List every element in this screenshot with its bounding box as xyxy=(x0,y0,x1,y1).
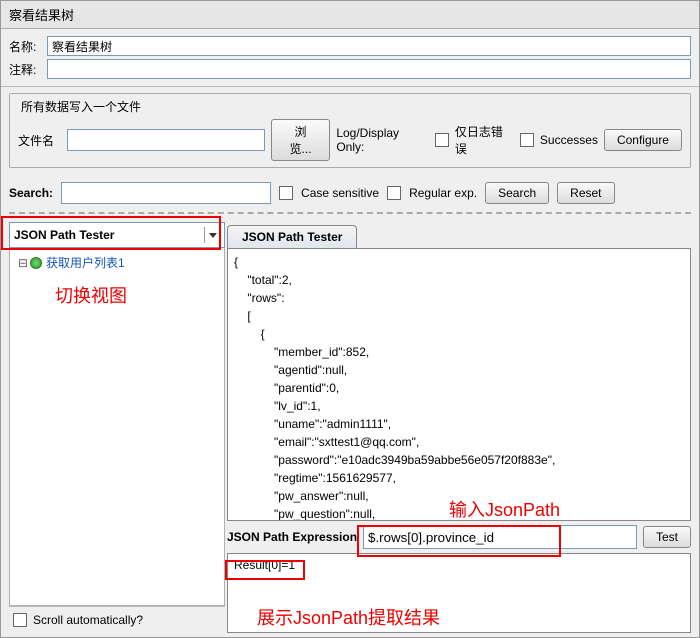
file-output-fieldset: 所有数据写入一个文件 文件名 浏览... Log/Display Only: 仅… xyxy=(9,93,691,168)
regex-label: Regular exp. xyxy=(409,186,477,200)
window-title: 察看结果树 xyxy=(1,1,699,29)
scroll-auto-checkbox[interactable] xyxy=(13,613,27,627)
name-input[interactable] xyxy=(47,36,691,56)
search-button[interactable]: Search xyxy=(485,182,549,204)
tab-json-path-tester[interactable]: JSON Path Tester xyxy=(227,225,357,248)
filename-label: 文件名 xyxy=(18,132,61,149)
json-path-expression-label: JSON Path Expression xyxy=(227,530,357,544)
test-button[interactable]: Test xyxy=(643,526,691,548)
tree-handle-icon: ⊟ xyxy=(18,256,26,270)
regex-checkbox[interactable] xyxy=(387,186,401,200)
view-selector-value: JSON Path Tester xyxy=(14,228,114,242)
results-tree[interactable]: ⊟ 获取用户列表1 xyxy=(9,248,225,606)
tree-item[interactable]: ⊟ 获取用户列表1 xyxy=(14,252,220,273)
name-label: 名称: xyxy=(9,38,47,55)
configure-button[interactable]: Configure xyxy=(604,129,682,151)
tree-item-label: 获取用户列表1 xyxy=(46,254,125,271)
case-sensitive-checkbox[interactable] xyxy=(279,186,293,200)
log-display-label: Log/Display Only: xyxy=(336,126,429,154)
successes-checkbox[interactable] xyxy=(520,133,534,147)
case-sensitive-label: Case sensitive xyxy=(301,186,379,200)
file-output-legend: 所有数据写入一个文件 xyxy=(18,98,144,115)
comment-input[interactable] xyxy=(47,59,691,79)
reset-button[interactable]: Reset xyxy=(557,182,614,204)
chevron-down-icon xyxy=(204,227,220,243)
search-label: Search: xyxy=(9,186,53,200)
errors-only-label: 仅日志错误 xyxy=(455,123,514,157)
json-response-viewer[interactable]: { "total":2, "rows": [ { "member_id":852… xyxy=(227,248,691,521)
errors-only-checkbox[interactable] xyxy=(435,133,449,147)
browse-button[interactable]: 浏览... xyxy=(271,119,331,161)
comment-label: 注释: xyxy=(9,61,47,78)
search-input[interactable] xyxy=(61,182,271,204)
filename-input[interactable] xyxy=(67,129,264,151)
success-status-icon xyxy=(30,257,42,269)
json-path-expression-input[interactable] xyxy=(363,525,637,549)
json-path-result[interactable]: Result[0]=1 xyxy=(227,553,691,633)
view-selector-dropdown[interactable]: JSON Path Tester xyxy=(9,222,225,248)
scroll-auto-label: Scroll automatically? xyxy=(33,613,143,627)
successes-label: Successes xyxy=(540,133,598,147)
